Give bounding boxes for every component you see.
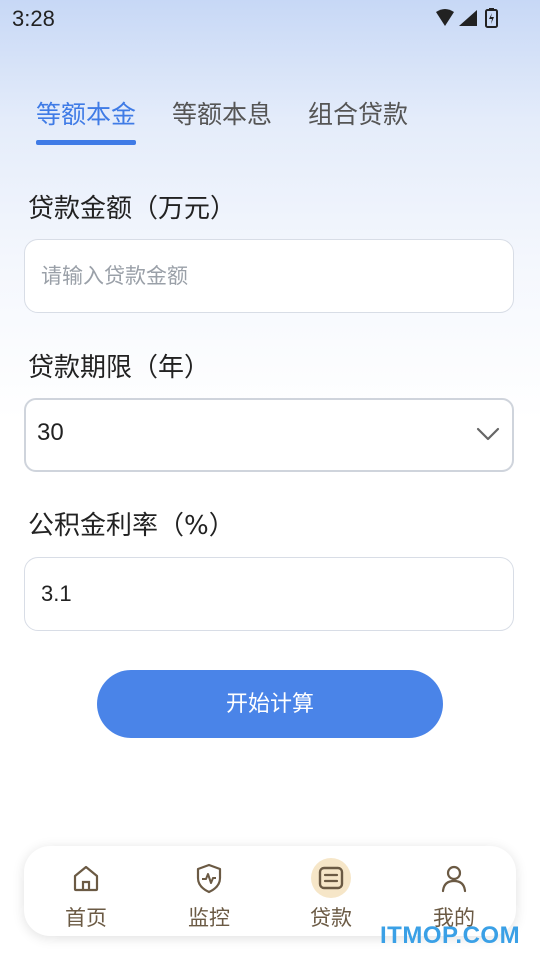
- loan-term-value: 30: [37, 419, 64, 446]
- tab-label: 组合贷款: [308, 100, 409, 129]
- nav-label: 首页: [65, 906, 107, 930]
- shield-icon: [189, 858, 229, 898]
- nav-label: 贷款: [310, 906, 352, 930]
- loan-icon: [311, 858, 351, 898]
- loan-amount-label: 贷款金额（万元）: [28, 194, 237, 224]
- status-icons: [436, 8, 498, 28]
- status-bar: 3:28: [0, 0, 540, 40]
- nav-item-loan[interactable]: 贷款: [281, 846, 381, 936]
- tab-equal-principal[interactable]: 等额本金: [36, 95, 136, 131]
- calc-tabs: 等额本金 等额本息 组合贷款: [36, 95, 506, 155]
- loan-amount-input[interactable]: [41, 240, 481, 312]
- chevron-down-icon: [476, 427, 500, 441]
- nav-label: 监控: [188, 906, 230, 930]
- nav-item-home[interactable]: 首页: [36, 846, 136, 936]
- user-icon: [434, 858, 474, 898]
- tab-combined-loan[interactable]: 组合贷款: [308, 95, 408, 131]
- rate-label: 公积金利率（%）: [28, 511, 235, 541]
- calculate-button[interactable]: 开始计算: [97, 670, 443, 738]
- tab-equal-installment[interactable]: 等额本息: [172, 95, 272, 131]
- signal-icon: [459, 10, 477, 26]
- status-time: 3:28: [12, 6, 55, 31]
- tab-label: 等额本息: [172, 100, 273, 129]
- loan-term-select[interactable]: 30: [24, 398, 514, 472]
- battery-icon: [485, 8, 498, 28]
- rate-input[interactable]: [41, 558, 481, 630]
- home-icon: [66, 858, 106, 898]
- loan-term-label: 贷款期限（年）: [28, 353, 211, 383]
- active-tab-underline: [36, 140, 136, 145]
- watermark: ITMOP.COM: [380, 922, 521, 949]
- nav-item-monitor[interactable]: 监控: [159, 846, 259, 936]
- rate-field: [24, 557, 514, 631]
- tab-label: 等额本金: [36, 100, 137, 129]
- loan-amount-field: [24, 239, 514, 313]
- wifi-icon: [436, 9, 454, 26]
